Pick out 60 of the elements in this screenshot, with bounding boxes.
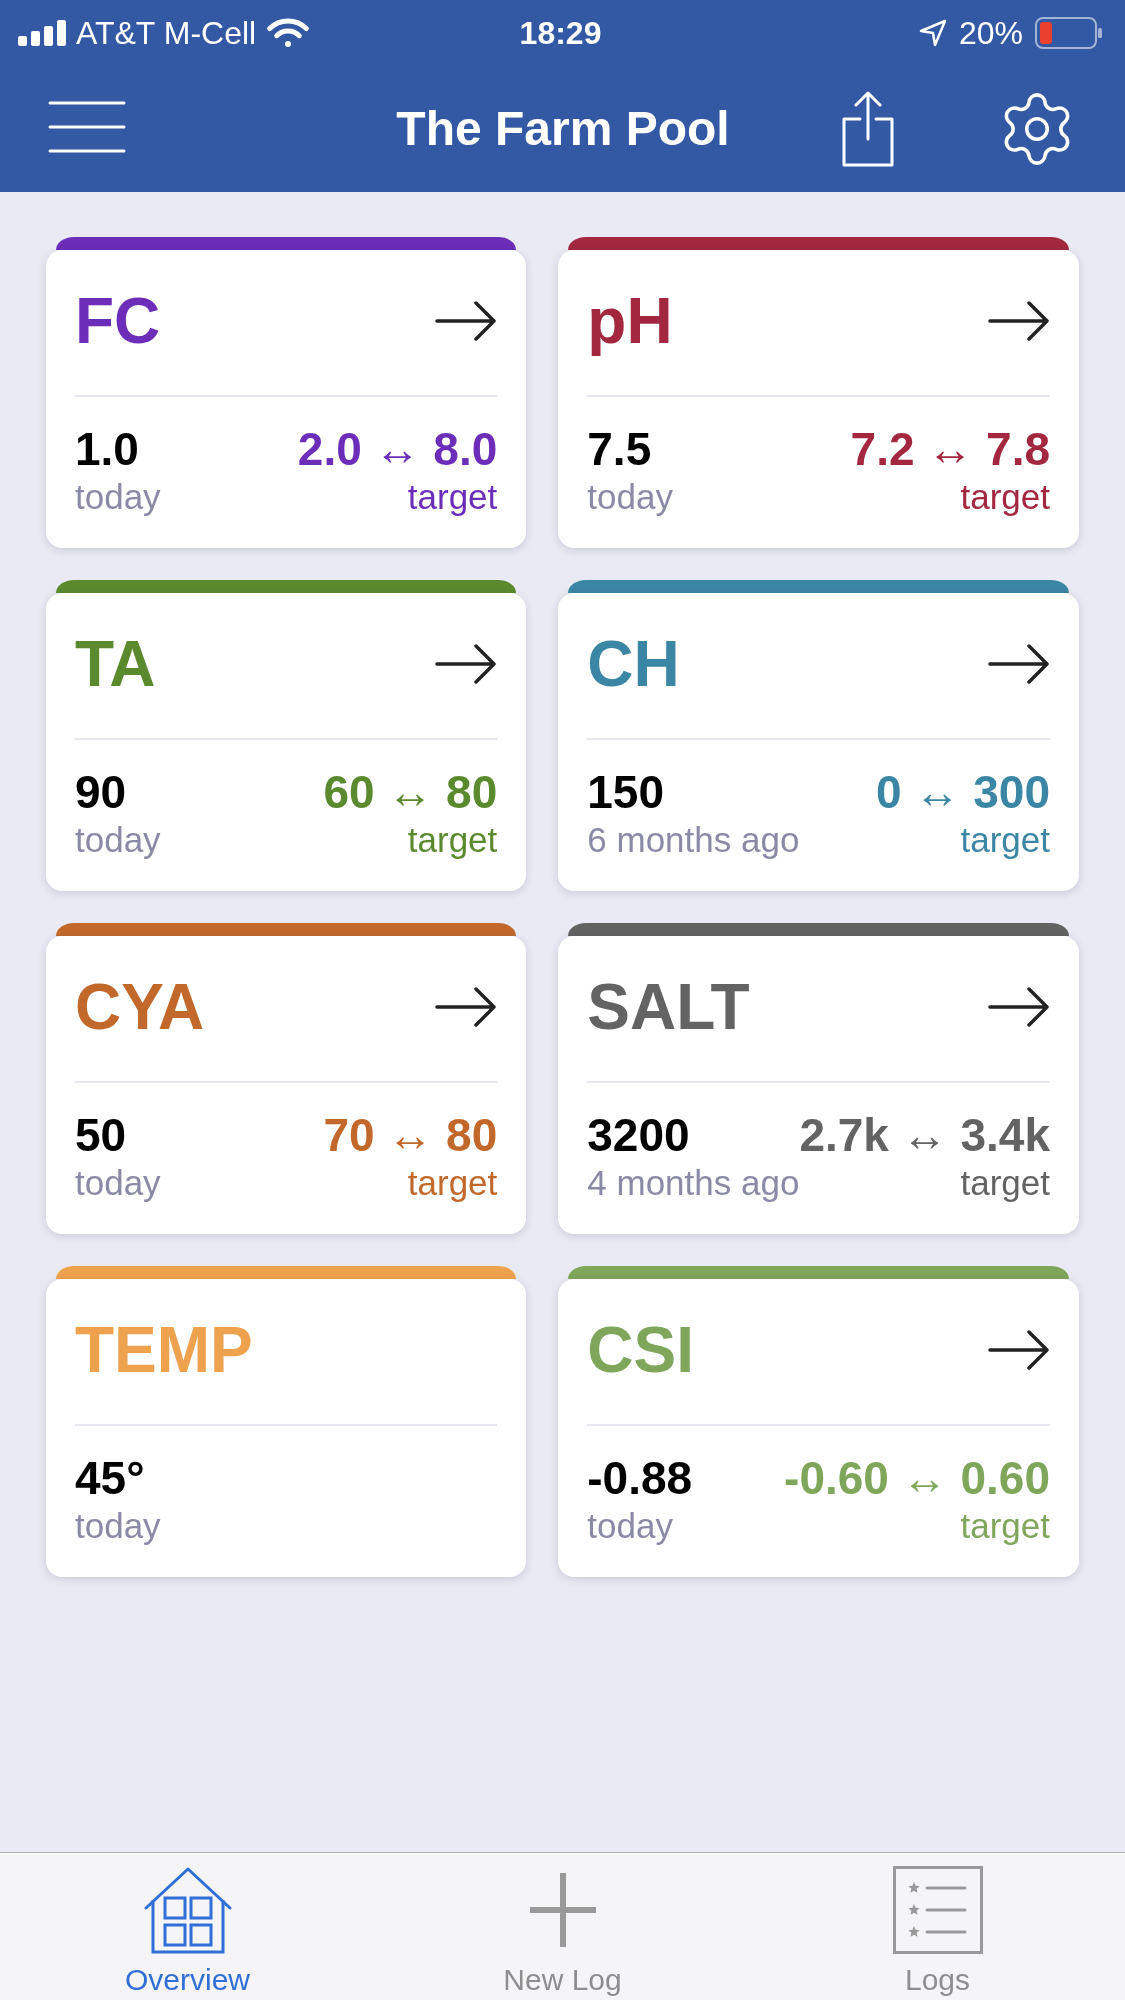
house-icon bbox=[143, 1866, 232, 1954]
target-label: target bbox=[407, 1162, 498, 1204]
reading-time: today bbox=[587, 476, 673, 518]
wifi-icon bbox=[266, 16, 311, 49]
card-title: TEMP bbox=[75, 1313, 253, 1388]
reading-value: 7.5 bbox=[587, 423, 652, 475]
reading-time: today bbox=[75, 1162, 161, 1204]
reading-value: 50 bbox=[75, 1109, 127, 1161]
reading-card[interactable]: TEMP 45° today bbox=[46, 1279, 527, 1577]
card-title: CH bbox=[587, 627, 680, 702]
reading-time: today bbox=[587, 1505, 673, 1547]
card-title: pH bbox=[587, 284, 673, 359]
target-range: 2.0 ↔ 8.0 bbox=[297, 423, 498, 475]
reading-time: today bbox=[75, 476, 161, 518]
reading-time: 6 months ago bbox=[587, 819, 800, 861]
share-icon[interactable] bbox=[842, 90, 894, 167]
target-label: target bbox=[407, 476, 498, 518]
battery-icon bbox=[1035, 16, 1103, 49]
reading-value: 3200 bbox=[587, 1109, 690, 1161]
battery-percent: 20% bbox=[958, 13, 1023, 52]
card-title: CSI bbox=[587, 1313, 694, 1388]
target-label: target bbox=[960, 819, 1050, 861]
target-range: -0.60 ↔ 0.60 bbox=[784, 1452, 1050, 1504]
reading-card[interactable]: CYA 50 today 70 ↔ 80 target bbox=[46, 936, 527, 1234]
screen-title: The Farm Pool bbox=[396, 100, 730, 157]
reading-card[interactable]: FC 1.0 today 2.0 ↔ 8.0 target bbox=[46, 250, 527, 548]
card-title: CYA bbox=[75, 970, 205, 1045]
card-title: FC bbox=[75, 284, 161, 359]
location-arrow-icon bbox=[918, 18, 947, 47]
reading-card[interactable]: TA 90 today 60 ↔ 80 target bbox=[46, 593, 527, 891]
target-range: 2.7k ↔ 3.4k bbox=[799, 1109, 1050, 1161]
reading-value: 45° bbox=[75, 1452, 145, 1504]
starred-list-icon bbox=[892, 1866, 983, 1954]
menu-icon[interactable] bbox=[48, 100, 126, 153]
target-label: target bbox=[960, 1162, 1050, 1204]
status-time: 18:29 bbox=[519, 13, 602, 52]
reading-value: 150 bbox=[587, 766, 665, 818]
target-range: 0 ↔ 300 bbox=[876, 766, 1050, 818]
reading-card[interactable]: pH 7.5 today 7.2 ↔ 7.8 target bbox=[558, 250, 1079, 548]
card-title: TA bbox=[75, 627, 156, 702]
reading-card[interactable]: SALT 3200 4 months ago 2.7k ↔ 3.4k target bbox=[558, 936, 1079, 1234]
target-label: target bbox=[960, 1505, 1050, 1547]
reading-card[interactable]: CSI -0.88 today -0.60 ↔ 0.60 target bbox=[558, 1279, 1079, 1577]
target-range: 60 ↔ 80 bbox=[323, 766, 498, 818]
reading-value: -0.88 bbox=[587, 1452, 693, 1504]
target-range: 70 ↔ 80 bbox=[323, 1109, 498, 1161]
carrier-name: AT&T M-Cell bbox=[76, 13, 257, 52]
target-label: target bbox=[960, 476, 1050, 518]
tab-item[interactable]: Overview bbox=[0, 1853, 375, 2000]
reading-time: today bbox=[75, 819, 161, 861]
target-label: target bbox=[407, 819, 498, 861]
card-title: SALT bbox=[587, 970, 750, 1045]
reading-value: 90 bbox=[75, 766, 127, 818]
reading-value: 1.0 bbox=[75, 423, 139, 475]
reading-time: today bbox=[75, 1505, 161, 1547]
reading-card[interactable]: CH 150 6 months ago 0 ↔ 300 target bbox=[558, 593, 1079, 891]
plus-icon bbox=[529, 1873, 596, 1947]
signal-bars-icon bbox=[18, 19, 66, 46]
target-range: 7.2 ↔ 7.8 bbox=[850, 423, 1050, 475]
reading-time: 4 months ago bbox=[587, 1162, 800, 1204]
